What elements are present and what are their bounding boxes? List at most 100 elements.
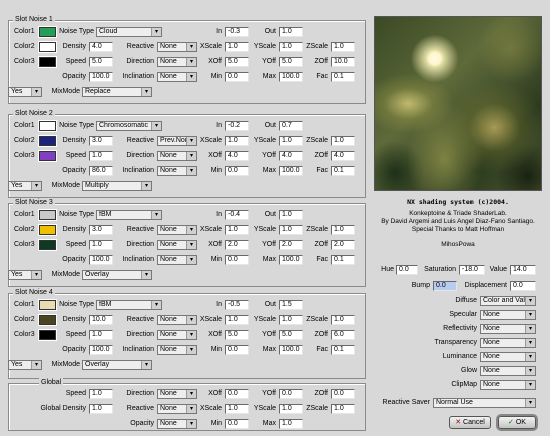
slot3-out-field[interactable]: 1.0 — [279, 210, 303, 220]
global-max-field[interactable]: 1.0 — [279, 419, 303, 429]
slot4-color2-swatch[interactable] — [39, 315, 56, 325]
slot1-yscale-field[interactable]: 1.0 — [279, 42, 303, 52]
slot4-zoff-field[interactable]: 6.0 — [331, 330, 355, 340]
slot4-opacity-field[interactable]: 100.0 — [89, 345, 113, 355]
displacement-field[interactable]: 0.0 — [510, 281, 536, 291]
slot2-xscale-field[interactable]: 1.0 — [225, 136, 249, 146]
slot2-max-field[interactable]: 100.0 — [279, 166, 303, 176]
slot3-enabled-select[interactable]: Yes ▾ — [8, 270, 42, 280]
slot1-yoff-field[interactable]: 5.0 — [279, 57, 303, 67]
slot1-in-field[interactable]: -0.3 — [225, 27, 249, 37]
slot2-inclination-select[interactable]: None ▾ — [157, 166, 197, 176]
slot4-xoff-field[interactable]: 5.0 — [225, 330, 249, 340]
slot2-yscale-field[interactable]: 1.0 — [279, 136, 303, 146]
global-xscale-field[interactable]: 1.0 — [225, 404, 249, 414]
slot3-max-field[interactable]: 100.0 — [279, 255, 303, 265]
slot1-zoff-field[interactable]: 10.0 — [331, 57, 355, 67]
global-density-field[interactable]: 1.0 — [89, 404, 113, 414]
slot4-max-field[interactable]: 100.0 — [279, 345, 303, 355]
cancel-button[interactable]: ✕ Cancel — [449, 416, 491, 429]
slot4-noise-type-select[interactable]: fBM ▾ — [96, 300, 162, 310]
clipmap-select[interactable]: None ▾ — [480, 380, 536, 390]
global-yoff-field[interactable]: 0.0 — [279, 389, 303, 399]
slot2-xoff-field[interactable]: 4.0 — [225, 151, 249, 161]
slot2-reactive-select[interactable]: Prev.Nois... ▾ — [157, 136, 197, 146]
value-field[interactable]: 14.0 — [510, 265, 536, 275]
slot1-enabled-select[interactable]: Yes ▾ — [8, 87, 42, 97]
slot1-xscale-field[interactable]: 1.0 — [225, 42, 249, 52]
slot3-min-field[interactable]: 0.0 — [225, 255, 249, 265]
slot1-opacity-field[interactable]: 100.0 — [89, 72, 113, 82]
slot2-enabled-select[interactable]: Yes ▾ — [8, 181, 42, 191]
slot1-color1-swatch[interactable] — [39, 27, 56, 37]
slot4-inclination-select[interactable]: None ▾ — [157, 345, 197, 355]
slot4-reactive-select[interactable]: None ▾ — [157, 315, 197, 325]
slot1-direction-select[interactable]: None ▾ — [157, 57, 197, 67]
slot4-color1-swatch[interactable] — [39, 300, 56, 310]
slot3-yoff-field[interactable]: 2.0 — [279, 240, 303, 250]
slot4-direction-select[interactable]: None ▾ — [157, 330, 197, 340]
slot1-max-field[interactable]: 100.0 — [279, 72, 303, 82]
slot2-zoff-field[interactable]: 4.0 — [331, 151, 355, 161]
global-opacity-select[interactable]: None ▾ — [157, 419, 197, 429]
slot3-xscale-field[interactable]: 1.0 — [225, 225, 249, 235]
global-zscale-field[interactable]: 1.0 — [331, 404, 355, 414]
slot3-xoff-field[interactable]: 2.0 — [225, 240, 249, 250]
slot3-opacity-field[interactable]: 100.0 — [89, 255, 113, 265]
slot4-in-field[interactable]: -0.5 — [225, 300, 249, 310]
slot2-color2-swatch[interactable] — [39, 136, 56, 146]
slot1-inclination-select[interactable]: None ▾ — [157, 72, 197, 82]
global-min-field[interactable]: 0.0 — [225, 419, 249, 429]
slot2-color3-swatch[interactable] — [39, 151, 56, 161]
global-reactive-select[interactable]: None ▾ — [157, 404, 197, 414]
slot1-noise-type-select[interactable]: Cloud ▾ — [96, 27, 162, 37]
slot3-noise-type-select[interactable]: fBM ▾ — [96, 210, 162, 220]
slot2-min-field[interactable]: 0.0 — [225, 166, 249, 176]
slot1-xoff-field[interactable]: 5.0 — [225, 57, 249, 67]
global-speed-field[interactable]: 1.0 — [89, 389, 113, 399]
slot4-zscale-field[interactable]: 1.0 — [331, 315, 355, 325]
slot3-color3-swatch[interactable] — [39, 240, 56, 250]
slot2-fac-field[interactable]: 0.1 — [331, 166, 355, 176]
slot4-out-field[interactable]: 1.5 — [279, 300, 303, 310]
slot2-zscale-field[interactable]: 1.0 — [331, 136, 355, 146]
slot3-color1-swatch[interactable] — [39, 210, 56, 220]
transparency-select[interactable]: None ▾ — [480, 338, 536, 348]
slot4-color3-swatch[interactable] — [39, 330, 56, 340]
slot2-direction-select[interactable]: None ▾ — [157, 151, 197, 161]
slot2-yoff-field[interactable]: 4.0 — [279, 151, 303, 161]
slot3-zoff-field[interactable]: 2.0 — [331, 240, 355, 250]
slot3-inclination-select[interactable]: None ▾ — [157, 255, 197, 265]
slot3-color2-swatch[interactable] — [39, 225, 56, 235]
slot1-reactive-select[interactable]: None ▾ — [157, 42, 197, 52]
slot4-mixmode-select[interactable]: Overlay ▾ — [82, 360, 152, 370]
slot4-speed-field[interactable]: 1.0 — [89, 330, 113, 340]
ok-button[interactable]: ✓ OK — [498, 416, 536, 429]
slot2-out-field[interactable]: 0.7 — [279, 121, 303, 131]
slot3-speed-field[interactable]: 1.0 — [89, 240, 113, 250]
slot4-density-field[interactable]: 10.0 — [89, 315, 113, 325]
specular-select[interactable]: None ▾ — [480, 310, 536, 320]
slot3-in-field[interactable]: -0.4 — [225, 210, 249, 220]
slot2-speed-field[interactable]: 1.0 — [89, 151, 113, 161]
slot4-yoff-field[interactable]: 5.0 — [279, 330, 303, 340]
luminance-select[interactable]: None ▾ — [480, 352, 536, 362]
slot3-zscale-field[interactable]: 1.0 — [331, 225, 355, 235]
slot1-mixmode-select[interactable]: Replace ▾ — [82, 87, 152, 97]
slot2-mixmode-select[interactable]: Multiply ▾ — [82, 181, 152, 191]
reflectivity-select[interactable]: None ▾ — [480, 324, 536, 334]
slot4-enabled-select[interactable]: Yes ▾ — [8, 360, 42, 370]
slot4-xscale-field[interactable]: 1.0 — [225, 315, 249, 325]
slot3-mixmode-select[interactable]: Overlay ▾ — [82, 270, 152, 280]
slot2-noise-type-select[interactable]: Chromosomatic ▾ — [96, 121, 162, 131]
slot2-in-field[interactable]: -0.2 — [225, 121, 249, 131]
slot4-min-field[interactable]: 0.0 — [225, 345, 249, 355]
global-xoff-field[interactable]: 0.0 — [225, 389, 249, 399]
slot1-min-field[interactable]: 0.0 — [225, 72, 249, 82]
slot1-out-field[interactable]: 1.0 — [279, 27, 303, 37]
slot4-yscale-field[interactable]: 1.0 — [279, 315, 303, 325]
slot3-density-field[interactable]: 3.0 — [89, 225, 113, 235]
slot1-color2-swatch[interactable] — [39, 42, 56, 52]
slot1-speed-field[interactable]: 5.0 — [89, 57, 113, 67]
slot1-zscale-field[interactable]: 1.0 — [331, 42, 355, 52]
